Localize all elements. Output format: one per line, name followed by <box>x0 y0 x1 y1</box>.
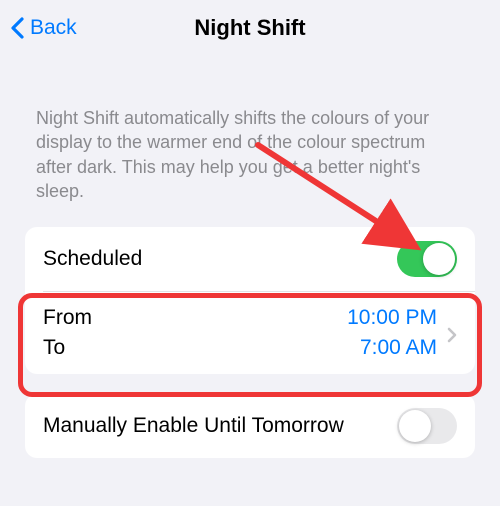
from-label: From <box>43 306 92 330</box>
schedule-group: Scheduled From 10:00 PM To 7:00 AM <box>25 227 475 374</box>
manual-enable-row[interactable]: Manually Enable Until Tomorrow <box>25 394 475 458</box>
to-label: To <box>43 336 65 360</box>
scheduled-toggle[interactable] <box>397 241 457 277</box>
navigation-bar: Back Night Shift <box>0 0 500 56</box>
to-time-value: 7:00 AM <box>360 336 437 360</box>
chevron-left-icon <box>10 17 24 39</box>
section-description: Night Shift automatically shifts the col… <box>0 56 500 227</box>
schedule-time-row[interactable]: From 10:00 PM To 7:00 AM <box>25 292 475 374</box>
toggle-knob <box>399 410 431 442</box>
back-button-label: Back <box>30 16 77 40</box>
manual-group: Manually Enable Until Tomorrow <box>25 394 475 458</box>
toggle-knob <box>423 243 455 275</box>
scheduled-label: Scheduled <box>43 247 142 271</box>
scheduled-row[interactable]: Scheduled <box>25 227 475 291</box>
schedule-time-labels: From 10:00 PM To 7:00 AM <box>43 306 437 360</box>
chevron-right-icon <box>447 325 457 341</box>
manual-enable-toggle[interactable] <box>397 408 457 444</box>
back-button[interactable]: Back <box>0 16 77 40</box>
manual-enable-label: Manually Enable Until Tomorrow <box>43 414 344 438</box>
from-time-value: 10:00 PM <box>347 306 437 330</box>
